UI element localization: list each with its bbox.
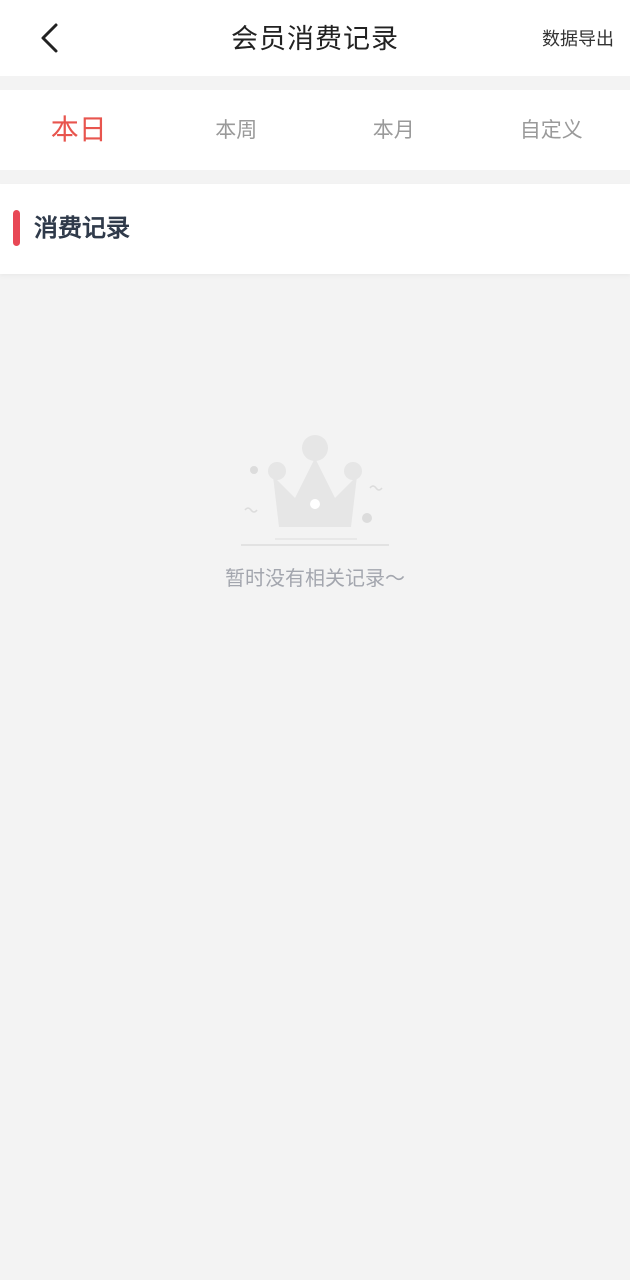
tab-this-month[interactable]: 本月	[315, 90, 473, 170]
empty-message: 暂时没有相关记录～	[225, 566, 405, 590]
top-header: 会员消费记录 数据导出	[0, 0, 630, 76]
page-title: 会员消费记录	[231, 24, 399, 55]
export-data-button[interactable]: 数据导出	[542, 0, 614, 80]
empty-state: 暂时没有相关记录～	[0, 428, 630, 591]
consumption-record-section: 消费记录	[0, 184, 630, 274]
crown-icon	[241, 435, 389, 546]
app-screen: 会员消费记录 数据导出 本日 本周 本月 自定义 消费记录 暂时没有相关记录～	[0, 0, 630, 1280]
date-range-tabs: 本日 本周 本月 自定义	[0, 90, 630, 170]
section-title: 消费记录	[34, 214, 130, 242]
section-accent-bar	[13, 210, 20, 246]
tab-today[interactable]: 本日	[0, 90, 158, 170]
tab-custom[interactable]: 自定义	[473, 90, 630, 170]
tab-this-week[interactable]: 本周	[158, 90, 316, 170]
